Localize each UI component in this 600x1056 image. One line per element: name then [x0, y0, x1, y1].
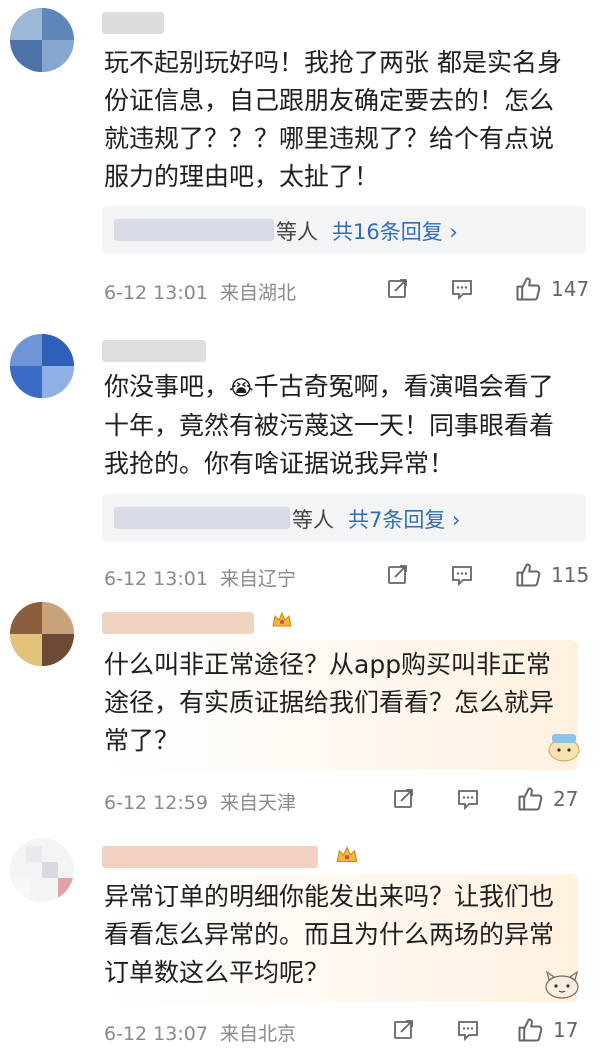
comment-meta: 6-12 12:59 来自天津 — [104, 788, 296, 815]
reply-users-blurred — [114, 219, 274, 241]
share-icon[interactable] — [392, 1018, 416, 1042]
like-count: 17 — [553, 1018, 579, 1042]
comment-time: 6-12 13:01 — [104, 568, 208, 590]
comment-icon[interactable] — [456, 787, 480, 811]
comment-location: 来自辽宁 — [219, 568, 296, 590]
thumbs-up-icon[interactable] — [514, 561, 542, 589]
like-count: 115 — [551, 563, 590, 587]
username-blurred[interactable] — [102, 612, 254, 634]
avatar[interactable] — [10, 334, 74, 398]
like-count: 27 — [553, 787, 579, 811]
bear-sticker-icon — [548, 734, 580, 762]
comment-item: 你没事吧，😭千古奇冤啊，看演唱会看了十年，竟然有被污蔑这一天！同事眼看着我抢的。… — [0, 318, 600, 591]
reply-users-suffix: 等人 — [292, 508, 334, 532]
comment-location: 来自北京 — [219, 1023, 296, 1045]
comment-icon[interactable] — [450, 563, 474, 587]
share-icon[interactable] — [386, 277, 410, 301]
comment-text: 玩不起别玩好吗！我抢了两张 都是实名身份证信息，自己跟朋友确定要去的！怎么就违规… — [104, 48, 562, 191]
reply-preview[interactable]: 等人 共16条回复 › — [102, 206, 586, 254]
comment-item: 异常订单的明细你能发出来吗？让我们也看看怎么异常的。而且为什么两场的异常订单数这… — [0, 822, 600, 1056]
comment-text: 你没事吧，😭千古奇冤啊，看演唱会看了十年，竟然有被污蔑这一天！同事眼看着我抢的。… — [104, 368, 574, 483]
avatar[interactable] — [10, 602, 74, 666]
share-icon[interactable] — [392, 787, 416, 811]
username-blurred[interactable] — [102, 846, 318, 868]
reply-count-link[interactable]: 共7条回复 › — [348, 504, 460, 534]
cat-sticker-icon — [545, 970, 579, 999]
avatar[interactable] — [10, 8, 74, 72]
comment-location: 来自天津 — [219, 792, 296, 814]
reply-preview[interactable]: 等人 共7条回复 › — [102, 494, 586, 542]
comment-time: 6-12 13:07 — [104, 1023, 208, 1045]
comment-icon[interactable] — [450, 277, 474, 301]
username-blurred[interactable] — [102, 340, 206, 362]
share-icon[interactable] — [386, 563, 410, 587]
comment-meta: 6-12 13:01 来自辽宁 — [104, 564, 296, 591]
comment-meta: 6-12 13:01 来自湖北 — [104, 278, 296, 305]
comment-text: 异常订单的明细你能发出来吗？让我们也看看怎么异常的。而且为什么两场的异常订单数这… — [104, 882, 555, 987]
thumbs-up-icon[interactable] — [516, 785, 544, 813]
username-blurred[interactable] — [102, 12, 164, 34]
thumbs-up-icon[interactable] — [514, 275, 542, 303]
comment-item: 什么叫非正常途径？从app购买叫非正常途径，有实质证据给我们看看？怎么就异常了？… — [0, 588, 600, 822]
crying-emoji-icon: 😭 — [229, 376, 254, 400]
comment-location: 来自湖北 — [219, 282, 296, 304]
reply-users-blurred — [114, 507, 290, 529]
comment-time: 6-12 13:01 — [104, 282, 208, 304]
crown-badge-icon — [336, 846, 358, 863]
comment-icon[interactable] — [456, 1018, 480, 1042]
reply-count-link[interactable]: 共16条回复 › — [332, 216, 458, 246]
like-count: 147 — [551, 277, 590, 301]
reply-users-suffix: 等人 — [276, 220, 318, 244]
crown-badge-icon — [272, 611, 292, 627]
avatar[interactable] — [10, 838, 74, 902]
comment-time: 6-12 12:59 — [104, 792, 208, 814]
comment-text: 什么叫非正常途径？从app购买叫非正常途径，有实质证据给我们看看？怎么就异常了？ — [104, 650, 555, 755]
thumbs-up-icon[interactable] — [516, 1016, 544, 1044]
comment-text-part: 你没事吧， — [104, 372, 230, 401]
comment-meta: 6-12 13:07 来自北京 — [104, 1019, 296, 1046]
comment-item: 玩不起别玩好吗！我抢了两张 都是实名身份证信息，自己跟朋友确定要去的！怎么就违规… — [0, 0, 600, 318]
